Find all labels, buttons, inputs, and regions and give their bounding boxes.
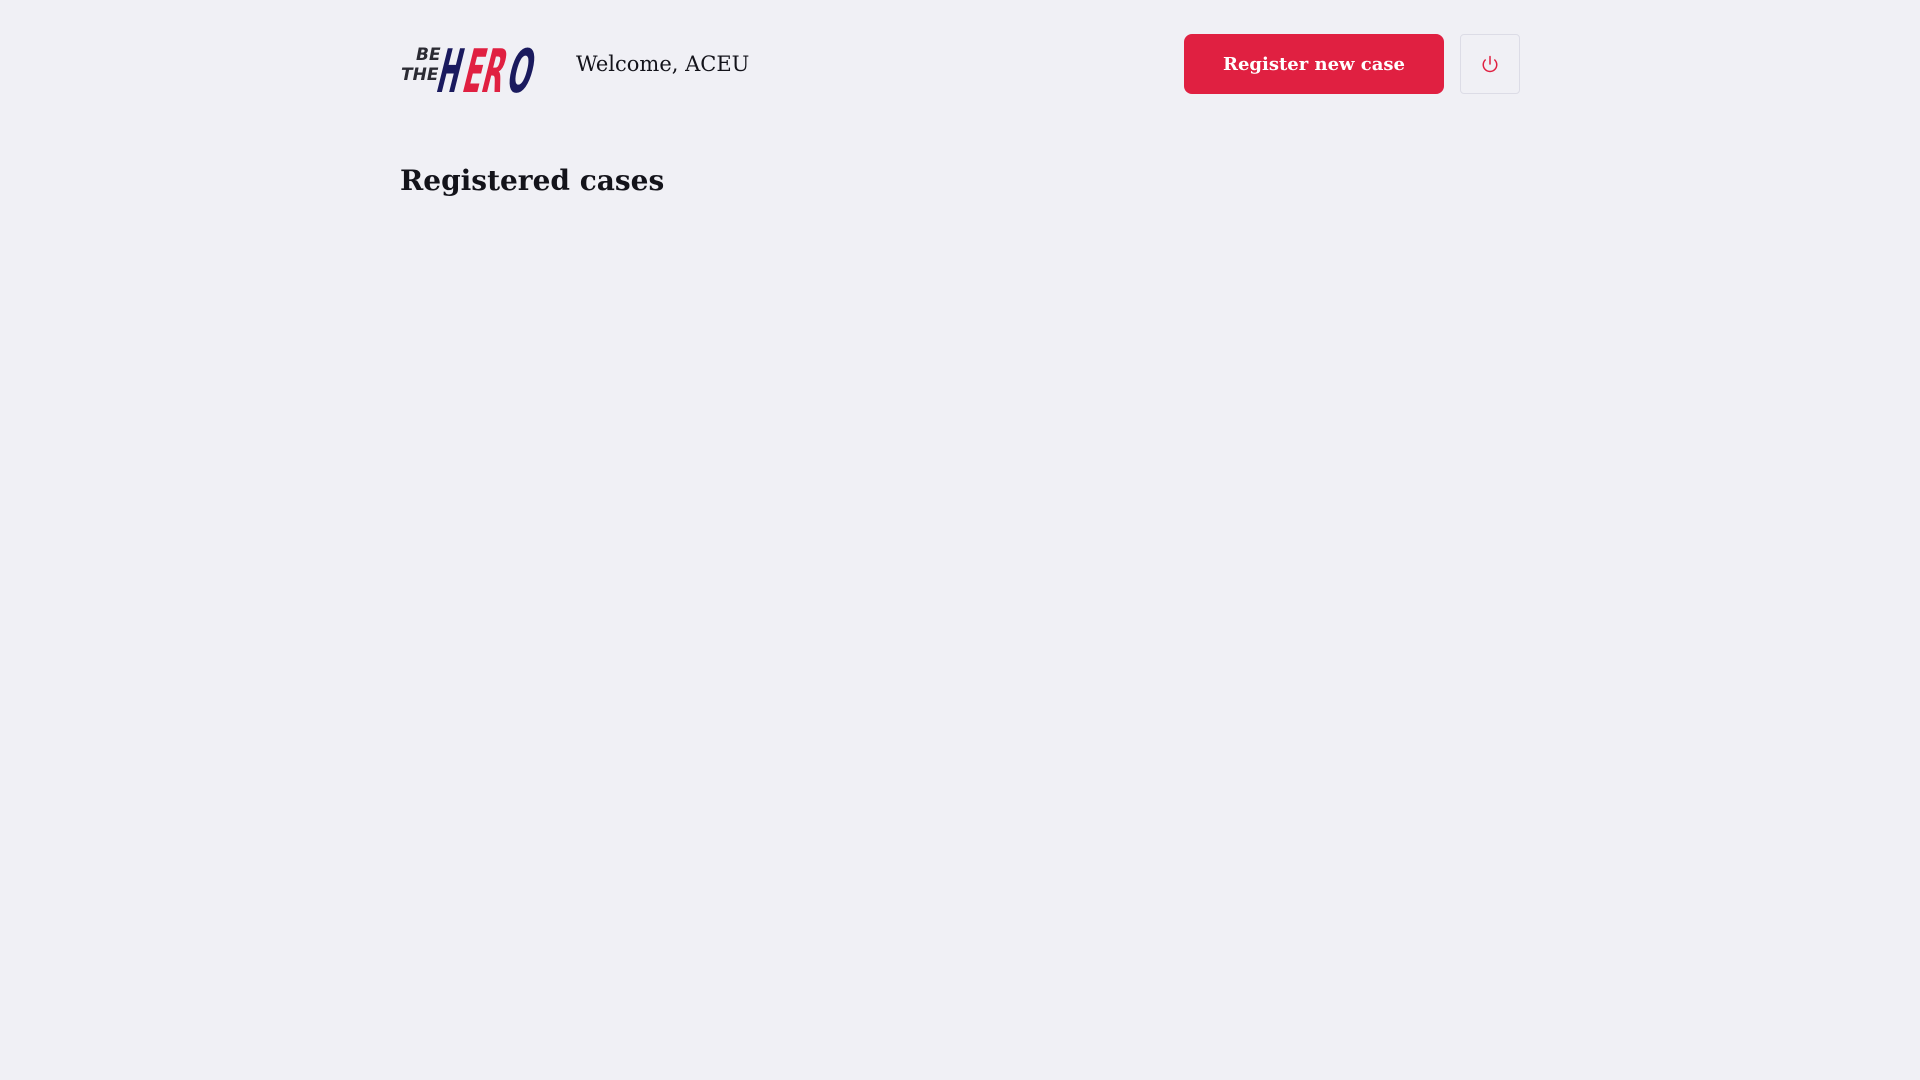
register-new-case-button[interactable]: Register new case [1184, 34, 1444, 94]
be-the-hero-logo: BE THE H ER O [401, 37, 542, 98]
svg-text:THE: THE [401, 65, 439, 85]
profile-page: BE THE H ER O Welcome, ACEU Register new… [400, 0, 1520, 1080]
page-header: BE THE H ER O Welcome, ACEU Register new… [400, 30, 1520, 98]
page-title: Registered cases [400, 164, 665, 197]
power-icon [1482, 55, 1498, 73]
svg-text:BE: BE [416, 45, 441, 65]
logout-button[interactable] [1460, 34, 1520, 94]
welcome-text: Welcome, ACEU [576, 52, 750, 76]
